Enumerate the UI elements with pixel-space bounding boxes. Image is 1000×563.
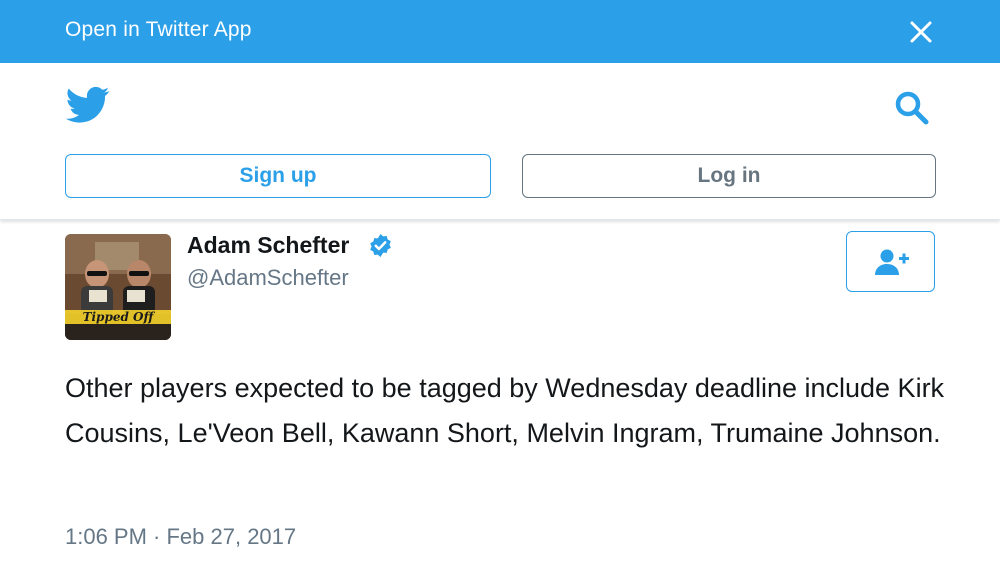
banner-text[interactable]: Open in Twitter App: [65, 18, 252, 42]
follow-button[interactable]: [846, 231, 935, 292]
tweet-text: Other players expected to be tagged by W…: [65, 373, 945, 448]
follow-user-icon: [875, 249, 909, 275]
site-header: Sign up Log in: [0, 63, 1000, 220]
twitter-bird-icon[interactable]: [65, 86, 110, 124]
signup-button[interactable]: Sign up: [65, 154, 491, 198]
tweet-timestamp[interactable]: 1:06 PM · Feb 27, 2017: [65, 524, 296, 550]
author-name[interactable]: Adam Schefter: [187, 232, 349, 259]
tweet-card: Tipped Off Adam Schefter @AdamSchefter O…: [0, 220, 1000, 563]
author-handle[interactable]: @AdamSchefter: [187, 265, 349, 291]
verified-badge-icon: [368, 233, 393, 258]
close-icon[interactable]: [906, 17, 936, 47]
open-in-app-banner[interactable]: Open in Twitter App: [0, 0, 1000, 63]
avatar-caption: Tipped Off: [83, 310, 156, 324]
login-button[interactable]: Log in: [522, 154, 936, 198]
avatar[interactable]: Tipped Off: [65, 234, 171, 340]
search-icon[interactable]: [893, 89, 931, 127]
